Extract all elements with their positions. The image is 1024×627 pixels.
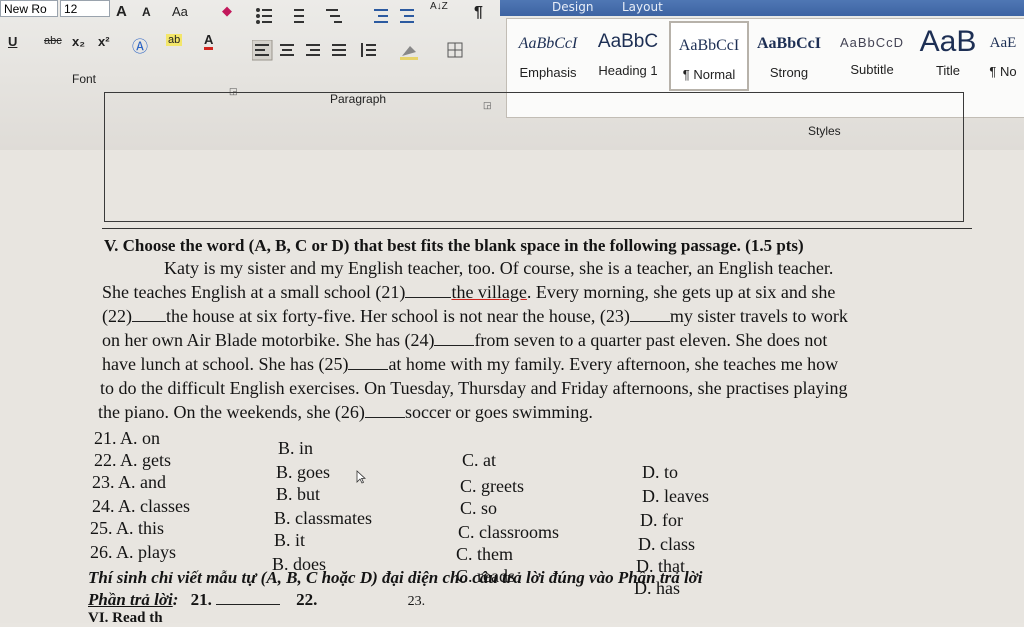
style-strong[interactable]: AaBbCcI Strong xyxy=(749,21,829,87)
text-effects-icon[interactable]: Ⓐ xyxy=(132,33,148,57)
align-center-icon[interactable] xyxy=(280,44,294,56)
change-case-button[interactable]: Aa xyxy=(172,4,188,19)
section-heading: V. Choose the word (A, B, C or D) that b… xyxy=(104,236,804,255)
blank-25 xyxy=(348,355,389,370)
passage-line-2: She teaches English at a small school (2… xyxy=(102,282,836,302)
blank-26 xyxy=(364,403,405,418)
shading-icon[interactable] xyxy=(400,46,418,60)
answer-22: 22. xyxy=(296,590,318,609)
shrink-font-button[interactable]: A xyxy=(142,5,151,19)
answer-21: 21. xyxy=(190,590,212,609)
style-no-spacing[interactable]: AaE ¶ No xyxy=(983,21,1023,87)
line-spacing-icon[interactable] xyxy=(361,43,376,57)
sort-icon[interactable]: A↓Z xyxy=(430,2,448,12)
blank-23 xyxy=(629,307,670,322)
style-emphasis[interactable]: AaBbCcI Emphasis xyxy=(509,21,587,87)
font-name-input[interactable]: New Ro xyxy=(0,0,58,17)
decrease-indent-icon[interactable] xyxy=(374,9,388,23)
next-section-heading: VI. Read th xyxy=(88,610,163,626)
subscript-button[interactable]: x₂ xyxy=(72,34,85,49)
borders-icon[interactable] xyxy=(447,42,463,58)
style-subtitle[interactable]: AaBbCcD Subtitle xyxy=(831,21,913,87)
numbering-icon[interactable] xyxy=(294,9,304,23)
answer-blank-21[interactable] xyxy=(215,590,280,605)
font-size-input[interactable]: 12 xyxy=(60,0,110,17)
passage-line-5: have lunch at school. She has (25) at hom… xyxy=(102,354,839,374)
passage-line-3: (22) the house at six forty-five. Her sch… xyxy=(102,306,848,326)
multilevel-list-icon[interactable] xyxy=(326,9,342,23)
increase-indent-icon[interactable] xyxy=(400,9,414,23)
answer-23: 23. xyxy=(407,594,426,609)
document-page[interactable]: V. Choose the word (A, B, C or D) that b… xyxy=(0,92,1024,626)
previous-section-box xyxy=(104,92,964,222)
passage-line-6: to do the difficult English exercises. O… xyxy=(100,378,848,398)
clear-formatting-icon[interactable]: ◆ xyxy=(222,3,232,19)
paragraph-toolbar-row1 xyxy=(256,8,414,24)
font-color-icon[interactable]: A xyxy=(204,33,214,50)
style-heading-1[interactable]: AaBbC Heading 1 xyxy=(589,21,667,87)
tab-layout[interactable]: Layout xyxy=(622,0,663,14)
bullets-icon[interactable] xyxy=(256,8,272,24)
style-normal[interactable]: AaBbCcI ¶ Normal xyxy=(669,21,749,91)
align-right-icon[interactable] xyxy=(306,44,320,56)
paragraph-toolbar-row2 xyxy=(252,40,463,61)
grow-font-button[interactable]: A xyxy=(116,3,127,20)
passage-line-7: the piano. On the weekends, she (26) socc… xyxy=(98,402,593,422)
passage-line-4: on her own Air Blade motorbike. She has … xyxy=(102,330,828,350)
section-rule xyxy=(102,228,972,229)
answer-line: Phần trả lời: 21. 22. 23. xyxy=(88,590,426,609)
font-group-label: Font xyxy=(72,72,97,86)
style-title[interactable]: AaB Title xyxy=(915,21,981,87)
blank-24 xyxy=(434,331,475,346)
mouse-pointer-icon xyxy=(356,470,366,484)
show-formatting-button[interactable]: ¶ xyxy=(474,4,483,22)
highlight-icon[interactable]: ab xyxy=(166,34,183,46)
ribbon-tab-strip: Design Layout xyxy=(500,0,1024,16)
blank-22 xyxy=(132,307,166,322)
strikethrough-button[interactable]: abc xyxy=(44,35,62,47)
underline-button[interactable]: U xyxy=(8,34,17,49)
justify-icon[interactable] xyxy=(332,44,346,56)
passage-line-1: Katy is my sister and my English teacher… xyxy=(164,258,834,278)
instruction-text: Thí sinh chỉ viết mẫu tự (A, B, C hoặc D… xyxy=(88,568,703,587)
tab-design[interactable]: Design xyxy=(552,0,593,14)
superscript-button[interactable]: x² xyxy=(98,34,110,49)
blank-21 xyxy=(405,283,452,298)
answer-label: Phần trả lời xyxy=(88,590,173,609)
